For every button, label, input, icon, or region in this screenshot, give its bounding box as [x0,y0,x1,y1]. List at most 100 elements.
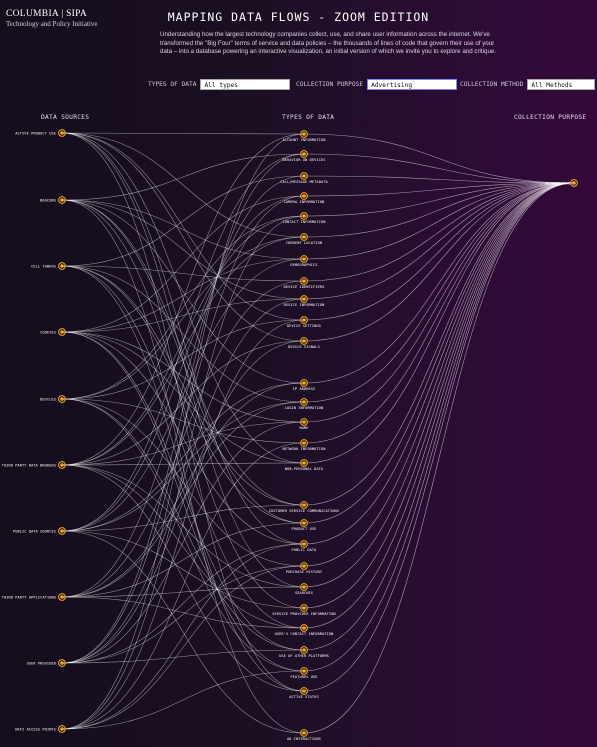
node-dot [60,529,64,533]
node-label: IP ADDRESS [293,387,316,391]
source-node[interactable]: DEVICES [40,395,66,403]
source-node[interactable]: BEACONS [40,196,66,204]
flow-link [303,182,575,321]
flow-link [61,319,305,730]
node-label: DEVICES [40,397,56,401]
source-node[interactable]: PUBLIC DATA SOURCES [13,527,66,535]
node-label: SEARCHES [295,591,313,595]
node-dot [302,257,306,261]
node-dot [302,381,306,385]
type-node[interactable]: ACCOUNT INFORMATION [282,130,325,142]
node-dot [572,181,576,185]
flow-link [303,182,575,423]
source-node[interactable]: COOKIES [40,328,66,336]
node-label: WIFI ACCESS POINTS [15,727,56,731]
flow-link [303,133,575,184]
node-label: COOKIES [40,330,56,334]
flow-link [61,382,305,598]
node-label: PUBLIC DATA [292,548,318,552]
node-label: DEVICE SIGNALS [288,345,320,349]
ghost-link [330,700,585,705]
type-node[interactable]: IP ADDRESS [293,379,316,391]
type-node[interactable]: CURRENT LOCATION [286,233,322,245]
node-dot [302,626,306,630]
flow-link [61,132,305,238]
type-node[interactable]: FEATURES USE [290,667,317,679]
source-type-links [61,132,305,734]
flow-link [61,298,305,664]
source-node[interactable]: THIRD PARTY APPLICATIONS [2,593,66,601]
flow-link [61,265,305,629]
ghost-link [330,460,585,465]
node-dot [60,198,64,202]
type-node[interactable]: DEVICE INFORMATION [284,295,325,307]
node-dot [60,397,64,401]
type-node[interactable]: DEMOGRAPHICS [290,255,317,267]
node-dot [302,400,306,404]
type-node[interactable]: DEVICE SIGNALS [288,337,320,349]
source-node[interactable]: CELL TOWERS [31,262,66,270]
source-node[interactable]: THIRD PARTY DATA BROKERS [2,461,66,469]
ghost-link [330,340,585,345]
type-node[interactable]: CUSTOMER SERVICE COMMUNICATIONS [269,501,339,513]
type-node[interactable]: DEVICE IDENTIFIERS [284,277,325,289]
node-label: PUBLIC DATA SOURCES [13,529,56,533]
node-dot [302,279,306,283]
type-purpose-links [303,133,575,734]
source-node[interactable]: ACTIVE PRODUCT USE [15,129,66,137]
node-label: CURRENT LOCATION [286,241,322,245]
ghost-links [330,140,585,725]
node-dot [60,463,64,467]
flow-link [61,132,305,342]
flow-link [61,133,305,730]
node-dot [302,564,306,568]
type-node[interactable]: PRODUCT USE [292,519,317,531]
node-dot [302,521,306,525]
ghost-link [330,400,585,405]
node-dot [302,731,306,735]
type-node[interactable]: PURCHASE HISTORY [286,562,323,574]
ghost-link [330,220,585,225]
node-dot [60,330,64,334]
type-node[interactable]: NETWORK INFORMATION [282,439,325,451]
type-node[interactable]: LOGIN INFORMATION [285,398,323,410]
flow-link [61,565,305,664]
flow-link [61,215,305,730]
flow-link [61,132,305,692]
type-node[interactable]: DEVICE SETTINGS [287,316,321,328]
ghost-link [330,520,585,525]
flow-link [303,182,575,545]
ghost-link [330,660,585,665]
node-label: ACTIVE STATUS [289,695,318,699]
flow-link [61,199,305,300]
node-label: THIRD PARTY DATA BROKERS [2,463,56,467]
type-node[interactable]: CONTACT INFORMATION [282,212,325,224]
type-node[interactable]: CALL/MESSAGE METADATA [280,172,328,184]
type-node[interactable]: NAME [299,418,308,430]
node-dot [302,606,306,610]
type-node[interactable]: PUBLIC DATA [292,540,318,552]
node-label: ACTIVE PRODUCT USE [15,131,56,135]
node-dot [302,669,306,673]
flow-link [61,565,305,730]
type-node[interactable]: SERVICE PROVIDER INFORMATION [272,604,336,616]
flow-link [61,199,305,384]
flow-link [61,530,305,734]
node-dot [302,297,306,301]
source-node[interactable]: WIFI ACCESS POINTS [15,725,66,733]
flow-link [61,670,305,730]
node-dot [302,174,306,178]
ghost-link [330,540,585,545]
source-node[interactable]: USER PROVIDED [27,659,66,667]
flow-link [61,133,305,466]
flow-link [61,586,305,598]
flow-link [61,175,305,267]
ghost-link [330,280,585,285]
node-dot [302,194,306,198]
ghost-link [330,500,585,505]
flow-link [61,280,305,598]
node-label: CAMERA INFORMATION [284,200,325,204]
node-label: USER'S CONTACT INFORMATION [275,632,334,636]
type-node[interactable]: SEARCHES [295,583,313,595]
ghost-link [330,440,585,445]
